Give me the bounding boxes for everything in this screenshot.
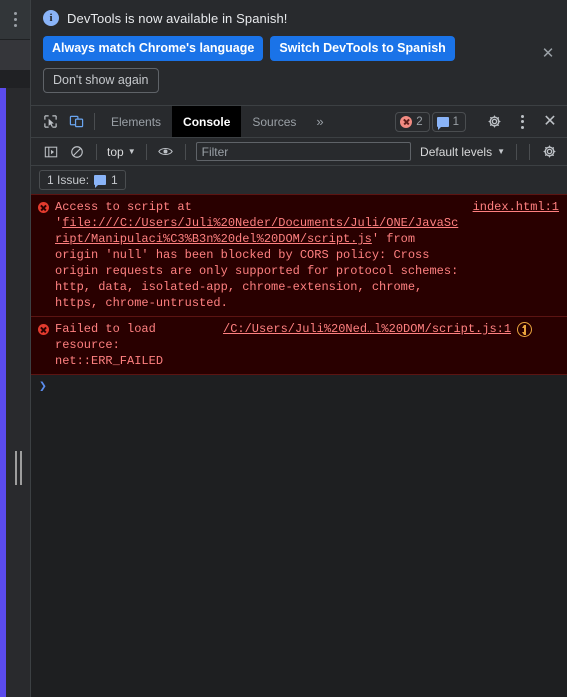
live-expression-icon[interactable] <box>154 141 178 163</box>
clear-console-icon[interactable] <box>65 141 89 163</box>
console-error-cors-text: Access to script at 'file:///C:/Users/Ju… <box>55 199 465 311</box>
browser-toolbar-edge <box>0 70 30 88</box>
filterbar-divider-3 <box>184 143 186 160</box>
console-prompt-input[interactable] <box>47 380 559 394</box>
banner-message-row: i DevTools is now available in Spanish! <box>43 10 555 26</box>
message-count-badge[interactable]: 1 <box>431 111 466 132</box>
drag-handle[interactable] <box>14 448 22 488</box>
console-prompt[interactable]: ❯ <box>31 375 567 399</box>
console-sidebar-icon[interactable] <box>39 141 63 163</box>
inspect-element-icon[interactable] <box>37 106 63 137</box>
console-error-failed-resource-source: /C:/Users/Juli%20Ned…l%20DOM/script.js:1 <box>223 321 511 369</box>
source-link[interactable]: /C:/Users/Juli%20Ned…l%20DOM/script.js:1 <box>223 322 511 336</box>
execution-context-label: top <box>107 144 124 159</box>
filterbar-divider-5 <box>529 143 530 160</box>
console-filter-toolbar: top ▼ Default levels ▼ <box>31 138 567 166</box>
three-dots-vertical-icon <box>13 12 17 27</box>
filterbar-divider-4 <box>516 143 517 160</box>
console-settings-gear-icon[interactable] <box>537 141 561 163</box>
close-icon[interactable]: ✕ <box>539 44 557 62</box>
console-error-failed-resource-text: Failed to load resource: net::ERR_FAILED <box>55 321 215 369</box>
chevron-double-right-icon[interactable]: » <box>307 106 332 137</box>
console-error-cors-source: index.html:1 <box>473 199 559 311</box>
network-request-icon[interactable] <box>517 322 533 337</box>
browser-left-edge <box>0 0 30 697</box>
chevron-down-icon: ▼ <box>497 147 505 156</box>
dont-show-again-button[interactable]: Don't show again <box>43 68 159 93</box>
log-levels-selector[interactable]: Default levels ▼ <box>416 145 509 159</box>
prompt-chevron-icon: ❯ <box>39 379 47 394</box>
toolbar-divider <box>94 113 95 130</box>
error-count: 2 <box>416 115 423 128</box>
issues-bar: 1 Issue: 1 <box>31 166 567 194</box>
banner-dismiss-row: Don't show again <box>43 68 555 93</box>
error-circle-icon <box>400 115 413 128</box>
log-levels-label: Default levels <box>420 144 493 159</box>
message-bubble-icon <box>436 116 449 130</box>
browser-tabstrip-edge[interactable] <box>0 40 30 70</box>
devtools-window: i DevTools is now available in Spanish! … <box>0 0 567 697</box>
switch-devtools-language-button[interactable]: Switch DevTools to Spanish <box>270 36 455 61</box>
source-link[interactable]: index.html:1 <box>473 200 559 214</box>
issues-badge[interactable]: 1 Issue: 1 <box>39 170 126 190</box>
chevron-down-icon: ▼ <box>127 147 136 156</box>
devtools-panel: i DevTools is now available in Spanish! … <box>30 0 567 697</box>
info-icon: i <box>43 10 59 26</box>
message-text: Failed to load resource: net::ERR_FAILED <box>55 322 164 368</box>
page-accent-bar <box>0 88 6 697</box>
error-circle-icon <box>38 324 49 335</box>
language-notification-banner: i DevTools is now available in Spanish! … <box>31 0 567 106</box>
tab-sources[interactable]: Sources <box>241 106 307 137</box>
message-bubble-icon <box>94 175 107 188</box>
close-devtools-icon[interactable]: ✕ <box>537 113 563 130</box>
browser-menu-button[interactable] <box>0 0 30 40</box>
execution-context-selector[interactable]: top ▼ <box>104 145 139 159</box>
tabbar-right-actions: 2 1 ✕ <box>395 106 563 137</box>
device-toolbar-icon[interactable] <box>63 106 89 137</box>
gear-icon[interactable] <box>481 114 507 129</box>
issues-count: 1 <box>111 173 118 187</box>
banner-message: DevTools is now available in Spanish! <box>67 10 288 26</box>
console-message-list: Access to script at 'file:///C:/Users/Ju… <box>31 194 567 697</box>
filter-input[interactable] <box>195 142 412 161</box>
console-error-failed-resource[interactable]: Failed to load resource: net::ERR_FAILED… <box>31 317 567 375</box>
always-match-language-button[interactable]: Always match Chrome's language <box>43 36 264 61</box>
error-circle-icon <box>38 202 49 213</box>
filterbar-divider-1 <box>96 143 97 160</box>
issues-label: 1 Issue: <box>47 173 90 187</box>
error-count-badge[interactable]: 2 <box>395 111 430 132</box>
panel-tabs: Elements Console Sources <box>100 106 307 137</box>
tab-elements[interactable]: Elements <box>100 106 172 137</box>
filterbar-divider-2 <box>145 143 147 160</box>
console-error-cors[interactable]: Access to script at 'file:///C:/Users/Ju… <box>31 194 567 317</box>
message-count: 1 <box>452 115 459 128</box>
banner-actions-row: Always match Chrome's language Switch De… <box>43 36 555 61</box>
three-dots-vertical-icon[interactable] <box>509 114 535 129</box>
devtools-tabbar: Elements Console Sources » 2 1 ✕ <box>31 106 567 138</box>
tab-console[interactable]: Console <box>172 106 242 137</box>
